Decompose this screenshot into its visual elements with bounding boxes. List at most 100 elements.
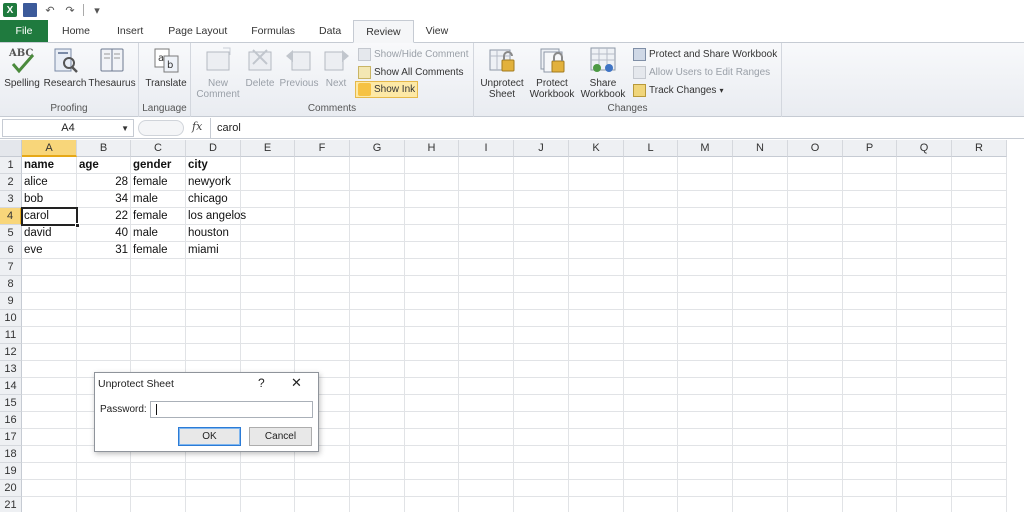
grid-cell[interactable]	[952, 378, 1007, 395]
grid-cell[interactable]	[678, 259, 733, 276]
grid-cell[interactable]	[514, 378, 569, 395]
previous-comment-button[interactable]: Previous	[279, 46, 319, 89]
grid-cell[interactable]	[514, 259, 569, 276]
cell-b1[interactable]: age	[77, 157, 131, 174]
grid-cell[interactable]	[569, 463, 624, 480]
grid-cell[interactable]	[405, 157, 459, 174]
formula-bar-resize-handle[interactable]	[138, 120, 184, 136]
grid-cell[interactable]	[350, 174, 405, 191]
tab-insert[interactable]: Insert	[104, 20, 156, 42]
grid-cell[interactable]	[459, 480, 514, 497]
grid-cell[interactable]	[624, 361, 678, 378]
grid-cell[interactable]	[459, 361, 514, 378]
grid-cell[interactable]	[788, 259, 843, 276]
column-header-f[interactable]: F	[295, 140, 350, 157]
research-button[interactable]: Research	[44, 46, 86, 89]
column-header-c[interactable]: C	[131, 140, 186, 157]
cell-c2[interactable]: female	[131, 174, 186, 191]
grid-cell[interactable]	[952, 225, 1007, 242]
grid-cell[interactable]	[843, 259, 897, 276]
next-comment-button[interactable]: Next	[321, 46, 351, 89]
grid-cell[interactable]	[405, 259, 459, 276]
grid-cell[interactable]	[843, 310, 897, 327]
grid-cell[interactable]	[295, 327, 350, 344]
grid-cell[interactable]	[624, 276, 678, 293]
grid-cell[interactable]	[624, 259, 678, 276]
cell-b2[interactable]: 28	[77, 174, 131, 191]
grid-cell[interactable]	[569, 293, 624, 310]
grid-cell[interactable]	[295, 497, 350, 512]
grid-cell[interactable]	[569, 480, 624, 497]
grid-cell[interactable]	[843, 344, 897, 361]
grid-cell[interactable]	[350, 259, 405, 276]
cell-b6[interactable]: 31	[77, 242, 131, 259]
grid-cell[interactable]	[788, 412, 843, 429]
grid-cell[interactable]	[350, 429, 405, 446]
grid-cell[interactable]	[897, 412, 952, 429]
formula-input[interactable]: carol	[210, 118, 1024, 138]
row-header-5[interactable]: 5	[0, 225, 22, 242]
close-icon[interactable]: ✕	[291, 375, 302, 391]
grid-cell[interactable]	[733, 344, 788, 361]
grid-cell[interactable]	[241, 242, 295, 259]
grid-cell[interactable]	[624, 208, 678, 225]
undo-icon[interactable]: ↶	[43, 3, 57, 17]
grid-cell[interactable]	[241, 310, 295, 327]
grid-cell[interactable]	[678, 412, 733, 429]
grid-cell[interactable]	[897, 378, 952, 395]
row-header-17[interactable]: 17	[0, 429, 22, 446]
cell-c5[interactable]: male	[131, 225, 186, 242]
grid-cell[interactable]	[843, 463, 897, 480]
grid-cell[interactable]	[843, 497, 897, 512]
grid-cell[interactable]	[733, 463, 788, 480]
row-header-12[interactable]: 12	[0, 344, 22, 361]
grid-cell[interactable]	[624, 327, 678, 344]
grid-cell[interactable]	[131, 497, 186, 512]
grid-cell[interactable]	[897, 242, 952, 259]
grid-cell[interactable]	[22, 327, 77, 344]
grid-cell[interactable]	[897, 344, 952, 361]
customize-qat-icon[interactable]: ▾	[90, 3, 104, 17]
grid-cell[interactable]	[350, 208, 405, 225]
grid-cell[interactable]	[459, 208, 514, 225]
grid-cell[interactable]	[952, 208, 1007, 225]
grid-cell[interactable]	[952, 157, 1007, 174]
grid-cell[interactable]	[569, 157, 624, 174]
column-header-h[interactable]: H	[405, 140, 459, 157]
password-field[interactable]	[150, 401, 313, 418]
grid-cell[interactable]	[514, 242, 569, 259]
grid-cell[interactable]	[678, 378, 733, 395]
grid-cell[interactable]	[952, 276, 1007, 293]
grid-cell[interactable]	[459, 310, 514, 327]
column-header-g[interactable]: G	[350, 140, 405, 157]
grid-cell[interactable]	[843, 412, 897, 429]
grid-cell[interactable]	[459, 378, 514, 395]
cell-a3[interactable]: bob	[22, 191, 77, 208]
show-ink-button[interactable]: Show Ink	[355, 81, 419, 98]
grid-cell[interactable]	[678, 310, 733, 327]
grid-cell[interactable]	[295, 242, 350, 259]
grid-cell[interactable]	[897, 174, 952, 191]
grid-cell[interactable]	[569, 361, 624, 378]
grid-cell[interactable]	[733, 293, 788, 310]
grid-cell[interactable]	[295, 310, 350, 327]
grid-cell[interactable]	[514, 429, 569, 446]
grid-cell[interactable]	[459, 429, 514, 446]
grid-cell[interactable]	[624, 378, 678, 395]
grid-cell[interactable]	[678, 395, 733, 412]
grid-cell[interactable]	[131, 293, 186, 310]
grid-cell[interactable]	[788, 395, 843, 412]
grid-cell[interactable]	[131, 480, 186, 497]
grid-cell[interactable]	[733, 378, 788, 395]
row-header-19[interactable]: 19	[0, 463, 22, 480]
grid-cell[interactable]	[624, 480, 678, 497]
insert-function-icon[interactable]: fx	[192, 120, 202, 133]
grid-cell[interactable]	[350, 463, 405, 480]
grid-cell[interactable]	[952, 327, 1007, 344]
grid-cell[interactable]	[843, 327, 897, 344]
grid-cell[interactable]	[897, 480, 952, 497]
grid-cell[interactable]	[678, 463, 733, 480]
grid-cell[interactable]	[624, 463, 678, 480]
grid-cell[interactable]	[77, 344, 131, 361]
grid-cell[interactable]	[788, 293, 843, 310]
